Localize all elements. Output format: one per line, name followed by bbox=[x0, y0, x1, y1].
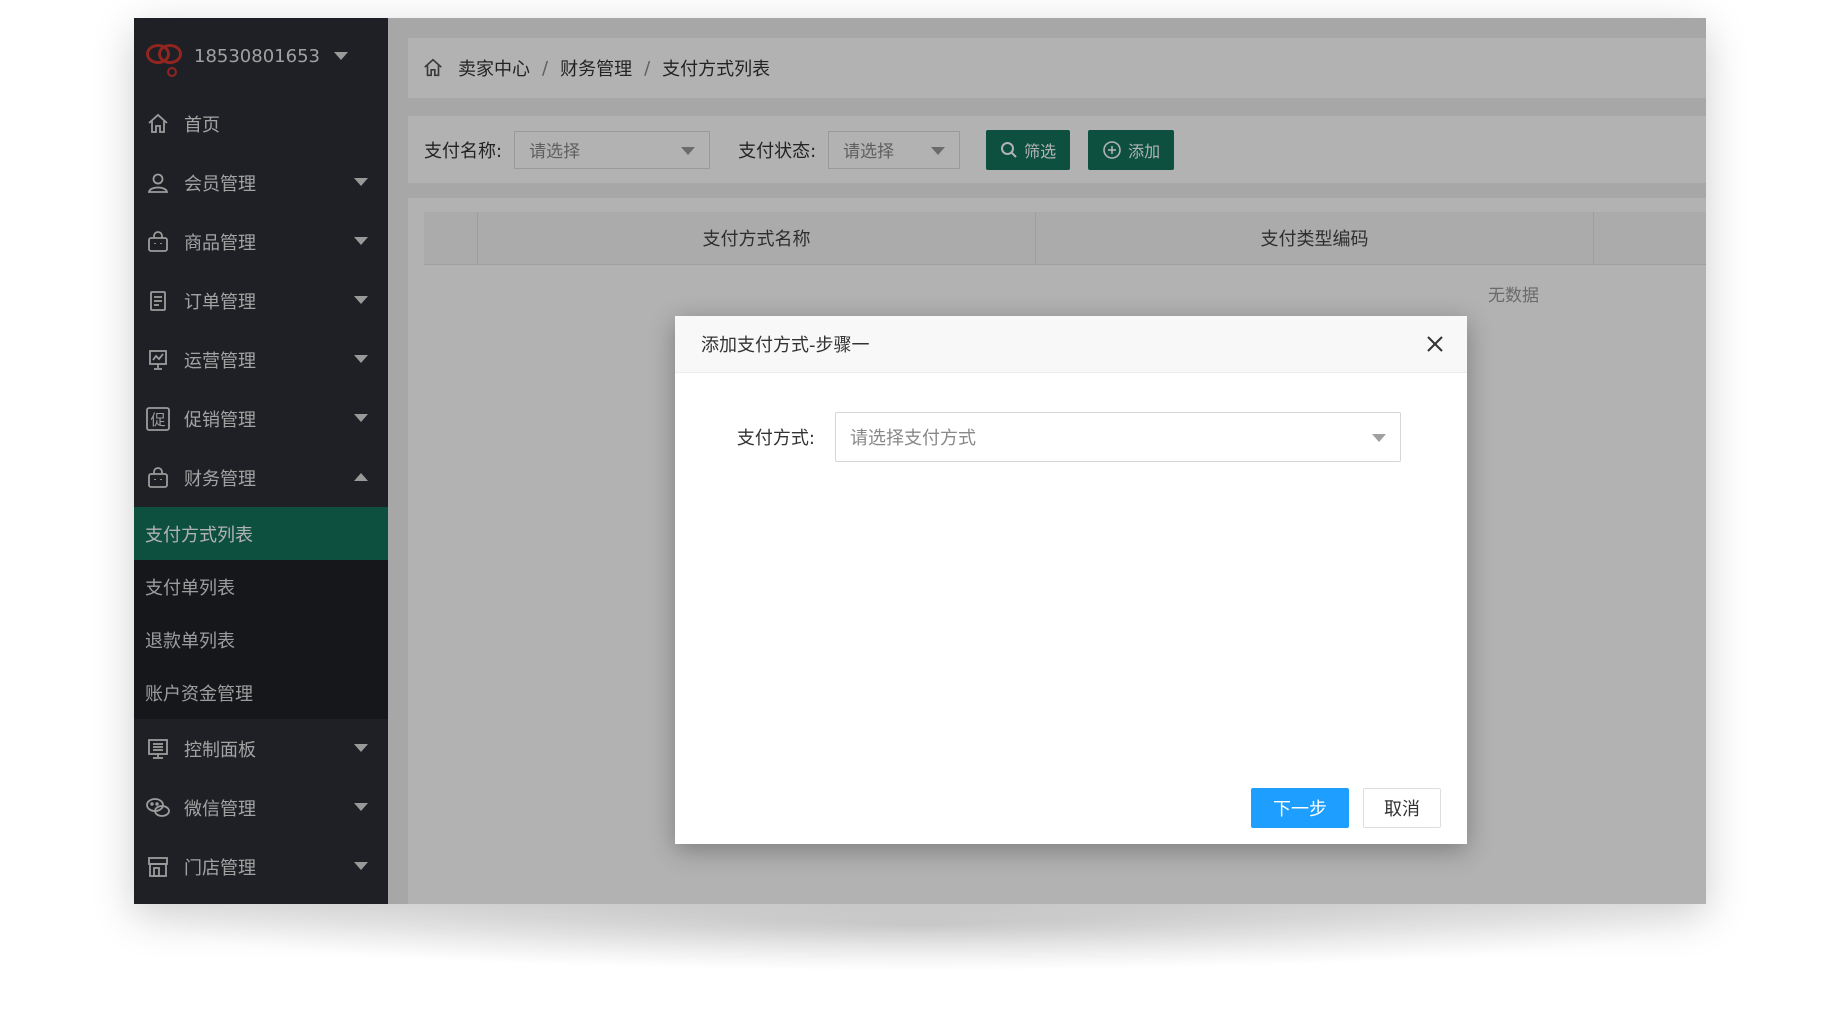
next-step-button[interactable]: 下一步 bbox=[1251, 788, 1349, 828]
dialog-title: 添加支付方式-步骤一 bbox=[701, 335, 870, 356]
chevron-down-icon bbox=[1372, 434, 1386, 442]
cancel-button[interactable]: 取消 bbox=[1363, 788, 1441, 828]
payment-method-label: 支付方式: bbox=[736, 428, 815, 449]
close-icon[interactable] bbox=[1423, 332, 1447, 356]
app-window: 18530801653 首页 会员管理 商品管理 订单管理 运营管理 促 促销管… bbox=[134, 18, 1706, 904]
add-payment-method-dialog: 添加支付方式-步骤一 支付方式: 请选择支付方式 下一步 取消 bbox=[675, 316, 1467, 844]
payment-method-form-row: 支付方式: 请选择支付方式 bbox=[675, 412, 1467, 462]
payment-method-placeholder: 请选择支付方式 bbox=[850, 428, 976, 449]
dialog-header: 添加支付方式-步骤一 bbox=[675, 316, 1467, 373]
payment-method-select[interactable]: 请选择支付方式 bbox=[835, 412, 1401, 462]
dialog-footer: 下一步 取消 bbox=[1251, 788, 1441, 828]
